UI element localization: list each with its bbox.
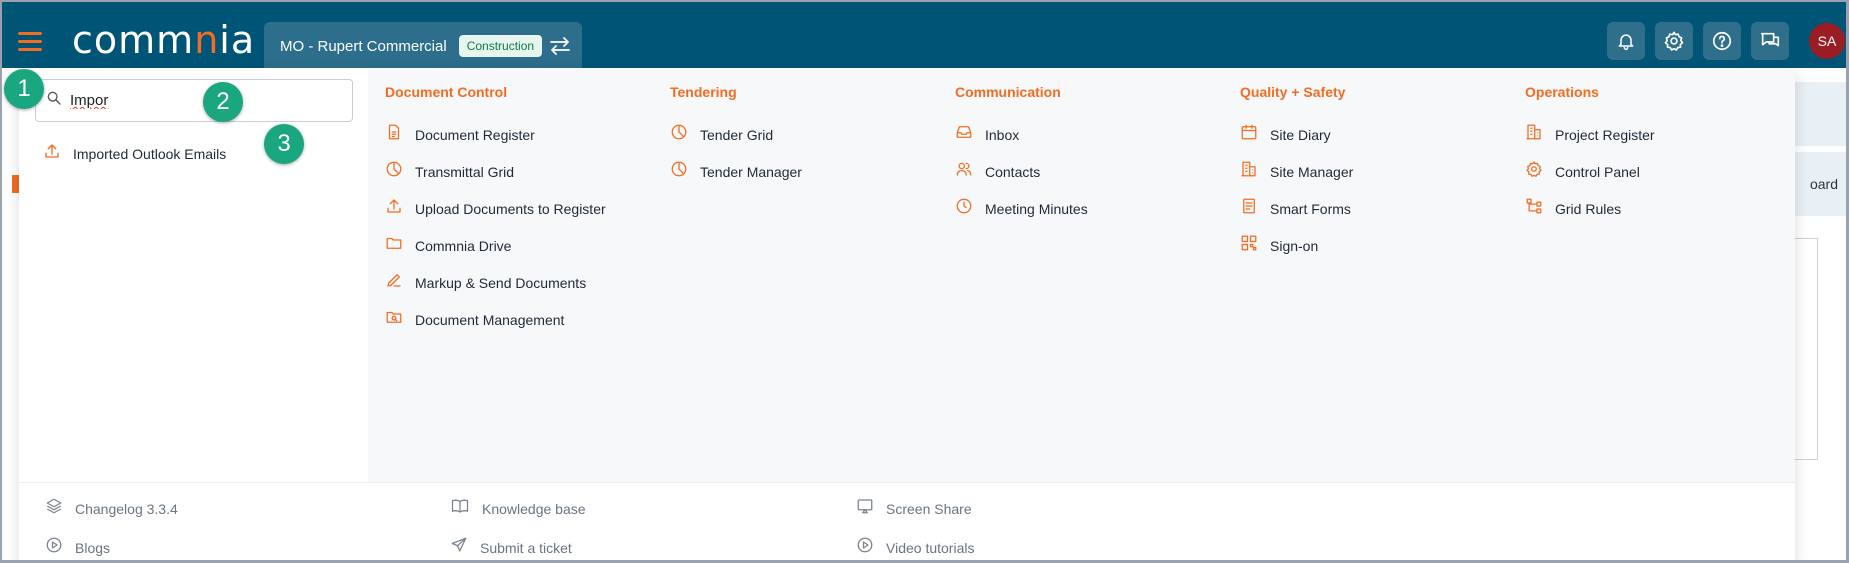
- form-icon: [1240, 197, 1258, 220]
- upload-icon: [43, 142, 61, 165]
- background-partial-text: oard: [1809, 176, 1838, 192]
- menu-column-heading: Tendering: [670, 84, 737, 100]
- upload-icon: [385, 197, 403, 220]
- commnia-logo[interactable]: commnia: [72, 20, 255, 60]
- search-icon: [46, 90, 62, 111]
- step-marker-2: 2: [203, 82, 243, 122]
- send-icon: [450, 536, 468, 559]
- search-result-label: Imported Outlook Emails: [73, 145, 227, 162]
- cast-icon: [856, 497, 874, 520]
- book-icon: [450, 497, 470, 520]
- menu-column-heading: Document Control: [385, 84, 508, 100]
- menu-footer: Changelog 3.3.4 Blogs Knowledge base Sub…: [19, 482, 1795, 560]
- menu-column-tendering: Tendering Tender Grid Tender Manager: [670, 84, 802, 190]
- pie-chart-icon: [670, 160, 688, 183]
- menu-item-meeting-minutes[interactable]: Meeting Minutes: [955, 190, 1088, 227]
- project-name: MO - Rupert Commercial: [280, 37, 447, 55]
- hamburger-menu-icon[interactable]: [18, 32, 42, 52]
- menu-item-document-management[interactable]: Document Management: [385, 301, 606, 338]
- menu-item-contacts[interactable]: Contacts: [955, 153, 1088, 190]
- menu-item-site-diary[interactable]: Site Diary: [1240, 116, 1353, 153]
- folder-search-icon: [385, 308, 403, 331]
- play-circle-icon: [856, 536, 874, 559]
- pen-icon: [385, 271, 403, 294]
- menu-item-document-register[interactable]: Document Register: [385, 116, 606, 153]
- bell-icon[interactable]: [1607, 22, 1645, 60]
- document-icon: [385, 123, 403, 146]
- building-icon: [1240, 160, 1258, 183]
- footer-link-blogs[interactable]: Blogs: [45, 536, 110, 559]
- swap-arrows-icon[interactable]: [548, 35, 572, 57]
- contacts-icon: [955, 160, 973, 183]
- help-icon[interactable]: [1703, 22, 1741, 60]
- clock-icon: [955, 197, 973, 220]
- menu-search-field[interactable]: [35, 79, 353, 122]
- menu-column-heading: Quality + Safety: [1240, 84, 1346, 100]
- menu-item-tender-grid[interactable]: Tender Grid: [670, 116, 802, 153]
- footer-link-knowledge-base[interactable]: Knowledge base: [450, 497, 586, 520]
- menu-item-grid-rules[interactable]: Grid Rules: [1525, 190, 1655, 227]
- gear-icon: [1525, 160, 1543, 183]
- inbox-icon: [955, 123, 973, 146]
- menu-item-commnia-drive[interactable]: Commnia Drive: [385, 227, 606, 264]
- menu-item-inbox[interactable]: Inbox: [955, 116, 1088, 153]
- menu-item-project-register[interactable]: Project Register: [1525, 116, 1655, 153]
- gear-icon[interactable]: [1655, 22, 1693, 60]
- menu-column-quality-safety: Quality + Safety Site Diary Site Manager…: [1240, 84, 1353, 264]
- footer-link-submit-ticket[interactable]: Submit a ticket: [450, 536, 572, 559]
- pie-chart-icon: [385, 160, 403, 183]
- search-result-item[interactable]: Imported Outlook Emails: [43, 142, 226, 165]
- menu-item-upload-documents[interactable]: Upload Documents to Register: [385, 190, 606, 227]
- menu-item-tender-manager[interactable]: Tender Manager: [670, 153, 802, 190]
- menu-column-heading: Communication: [955, 84, 1061, 100]
- calendar-icon: [1240, 123, 1258, 146]
- building-icon: [1525, 123, 1543, 146]
- menu-item-transmittal-grid[interactable]: Transmittal Grid: [385, 153, 606, 190]
- background-panel: [1791, 82, 1846, 146]
- menu-search-column: Imported Outlook Emails: [19, 68, 368, 482]
- footer-link-video-tutorials[interactable]: Video tutorials: [856, 536, 974, 559]
- layers-icon: [45, 497, 63, 520]
- menu-column-heading: Operations: [1525, 84, 1599, 100]
- footer-link-screen-share[interactable]: Screen Share: [856, 497, 972, 520]
- play-circle-icon: [45, 536, 63, 559]
- menu-item-smart-forms[interactable]: Smart Forms: [1240, 190, 1353, 227]
- pie-chart-icon: [670, 123, 688, 146]
- menu-item-site-manager[interactable]: Site Manager: [1240, 153, 1353, 190]
- avatar[interactable]: SA: [1809, 23, 1845, 59]
- footer-link-changelog[interactable]: Changelog 3.3.4: [45, 497, 178, 520]
- step-marker-3: 3: [264, 124, 304, 164]
- menu-column-document-control: Document Control Document Register Trans…: [385, 84, 606, 338]
- rules-icon: [1525, 197, 1543, 220]
- menu-column-communication: Communication Inbox Contacts Meeting Min…: [955, 84, 1088, 227]
- qr-icon: [1240, 234, 1258, 257]
- menu-search-input[interactable]: [70, 92, 330, 109]
- project-type-badge: Construction: [458, 35, 543, 57]
- menu-links-area: Document Control Document Register Trans…: [368, 68, 1795, 482]
- step-marker-1: 1: [4, 69, 44, 109]
- chat-icon[interactable]: [1751, 22, 1789, 60]
- top-action-buttons: [1607, 22, 1789, 60]
- menu-item-markup-send[interactable]: Markup & Send Documents: [385, 264, 606, 301]
- project-switcher[interactable]: MO - Rupert Commercial Construction: [264, 22, 582, 70]
- menu-item-control-panel[interactable]: Control Panel: [1525, 153, 1655, 190]
- folder-icon: [385, 234, 403, 257]
- menu-column-operations: Operations Project Register Control Pane…: [1525, 84, 1655, 227]
- app-window: oard commnia MO - Rupert Commercial Cons…: [0, 0, 1849, 563]
- menu-item-sign-on[interactable]: Sign-on: [1240, 227, 1353, 264]
- top-navigation-bar: commnia MO - Rupert Commercial Construct…: [2, 2, 1846, 70]
